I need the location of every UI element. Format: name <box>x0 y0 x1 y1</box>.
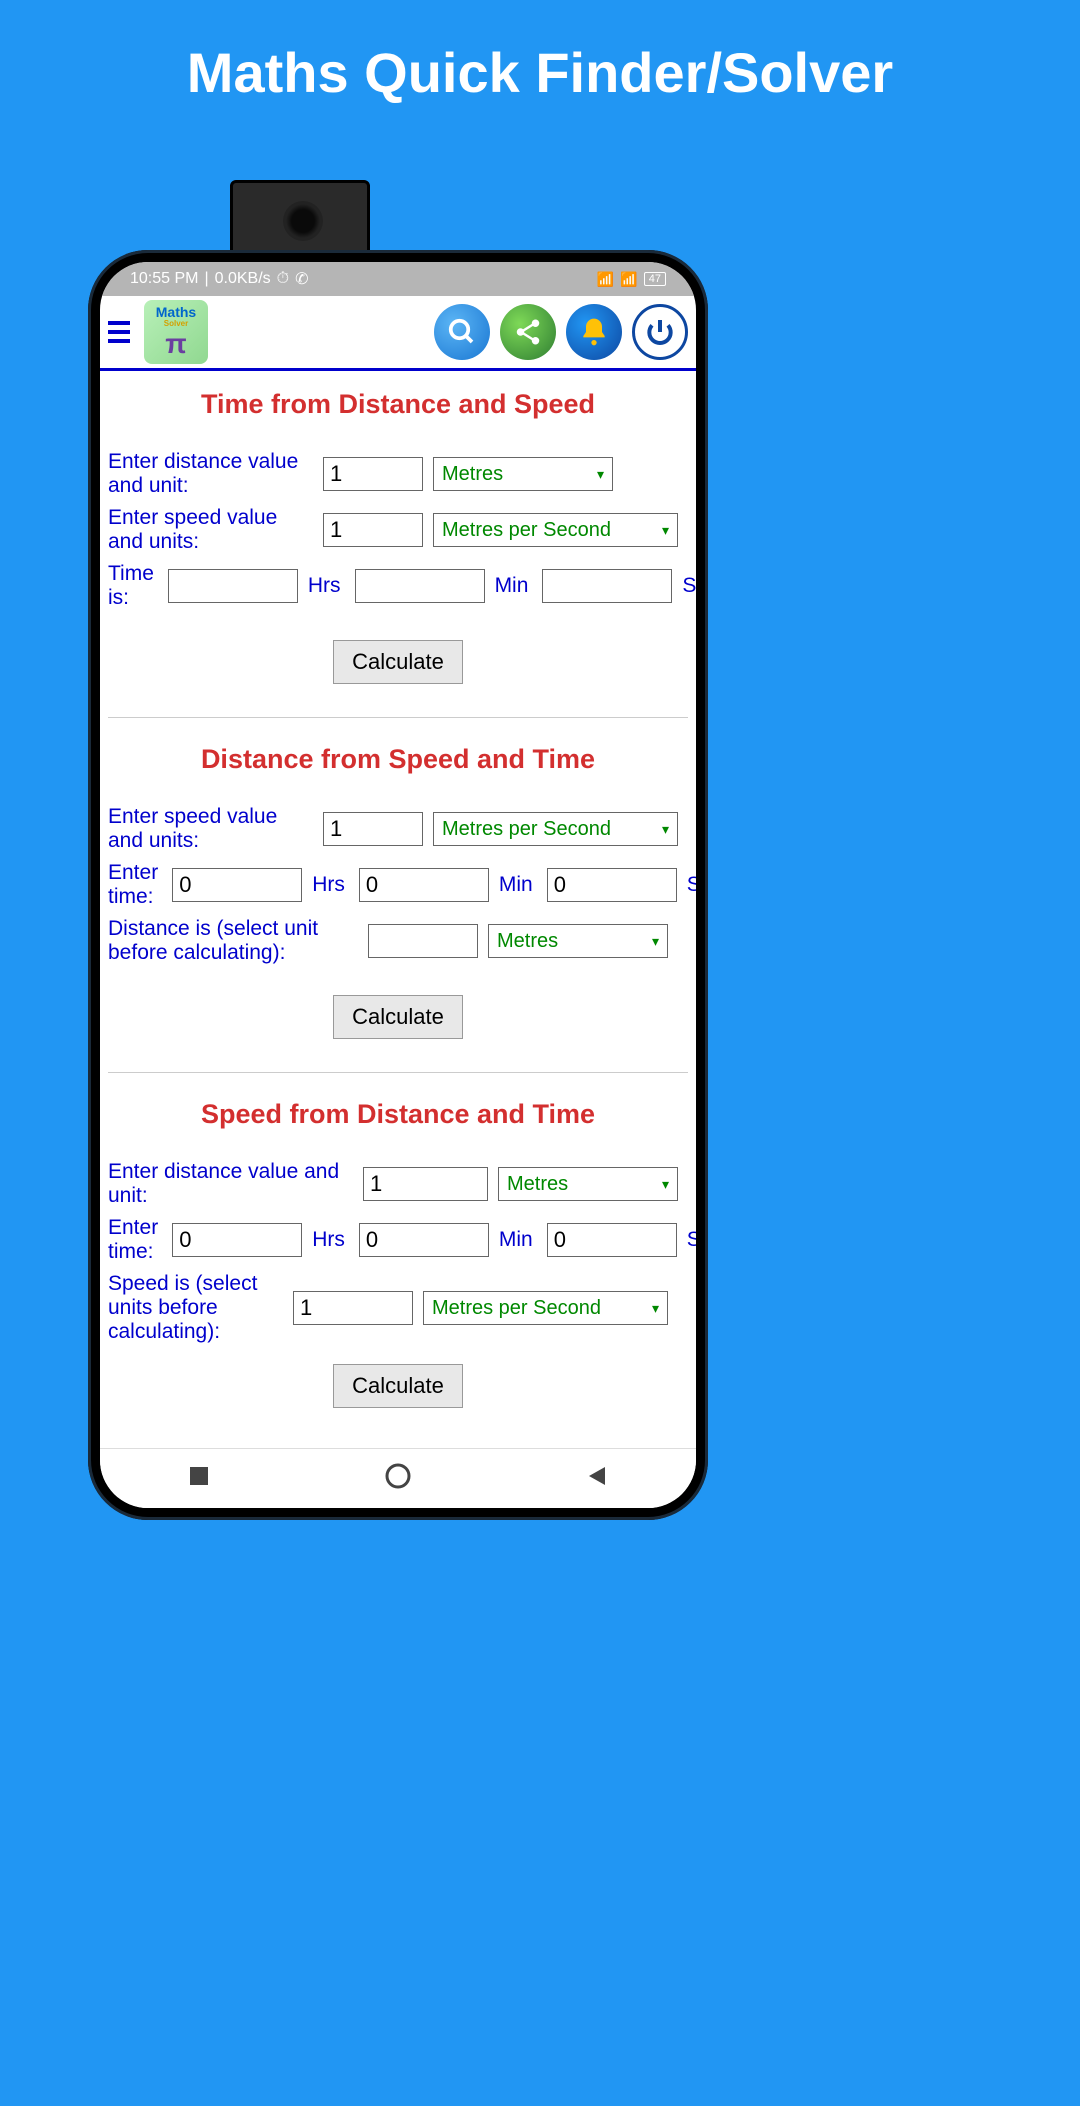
distance-input[interactable] <box>363 1167 488 1201</box>
distance-label: Enter distance value and unit: <box>108 1160 353 1208</box>
circle-icon <box>384 1462 412 1490</box>
alarm-icon: ⏱ <box>277 270 289 288</box>
square-icon <box>187 1464 211 1488</box>
status-time: 10:55 PM <box>130 270 198 288</box>
distance-label: Enter distance value and unit: <box>108 450 313 498</box>
chevron-down-icon: ▾ <box>662 1176 669 1193</box>
chevron-down-icon: ▾ <box>652 933 659 950</box>
calculate-button[interactable]: Calculate <box>333 1364 463 1408</box>
min-label: Min <box>495 574 529 598</box>
speed-unit-select[interactable]: Metres per Second ▾ <box>423 1291 668 1325</box>
sec-label: Se <box>687 873 696 897</box>
seconds-input[interactable] <box>547 868 677 902</box>
speed-section: Speed from Distance and Time Enter dista… <box>108 1081 688 1433</box>
speed-unit-select[interactable]: Metres per Second ▾ <box>433 513 678 547</box>
status-data-rate: 0.0KB/s <box>215 270 271 288</box>
status-bar: 10:55 PM | 0.0KB/s ⏱ ✆ 📶 📶 47 <box>100 262 696 296</box>
wifi-icon: 📶 <box>597 271 614 288</box>
time-result-label: Time is: <box>108 562 154 610</box>
speed-output[interactable] <box>293 1291 413 1325</box>
distance-unit-select[interactable]: Metres ▾ <box>498 1167 678 1201</box>
min-label: Min <box>499 873 533 897</box>
chevron-down-icon: ▾ <box>597 466 604 483</box>
chevron-down-icon: ▾ <box>662 821 669 838</box>
section-title: Distance from Speed and Time <box>108 744 688 775</box>
speed-input[interactable] <box>323 513 423 547</box>
signal-icon: 📶 <box>620 271 637 288</box>
distance-output[interactable] <box>368 924 478 958</box>
divider <box>108 717 688 718</box>
distance-unit-select[interactable]: Metres ▾ <box>488 924 668 958</box>
share-button[interactable] <box>500 304 556 360</box>
speed-label: Enter speed value and units: <box>108 506 313 554</box>
app-logo[interactable]: Maths Solver π <box>144 300 208 364</box>
power-icon <box>644 316 676 348</box>
power-button[interactable] <box>632 304 688 360</box>
menu-button[interactable] <box>108 316 136 348</box>
chevron-down-icon: ▾ <box>662 522 669 539</box>
sec-label: Se <box>682 574 696 598</box>
time-label: Enter time: <box>108 861 158 909</box>
phone-screen: 10:55 PM | 0.0KB/s ⏱ ✆ 📶 📶 47 Maths Solv… <box>100 262 696 1508</box>
hours-input[interactable] <box>172 868 302 902</box>
bell-icon <box>578 316 610 348</box>
min-label: Min <box>499 1228 533 1252</box>
minutes-input[interactable] <box>359 1223 489 1257</box>
nav-bar <box>100 1448 696 1508</box>
hours-output[interactable] <box>168 569 298 603</box>
search-icon <box>447 317 477 347</box>
divider <box>108 1072 688 1073</box>
section-title: Speed from Distance and Time <box>108 1099 688 1130</box>
speed-input[interactable] <box>323 812 423 846</box>
whatsapp-icon: ✆ <box>295 269 308 289</box>
nav-home-button[interactable] <box>384 1462 412 1495</box>
distance-unit-select[interactable]: Metres ▾ <box>433 457 613 491</box>
seconds-output[interactable] <box>542 569 672 603</box>
phone-frame: 10:55 PM | 0.0KB/s ⏱ ✆ 📶 📶 47 Maths Solv… <box>88 250 708 1520</box>
minutes-output[interactable] <box>355 569 485 603</box>
speed-result-label: Speed is (select units before calculatin… <box>108 1272 283 1344</box>
speed-label: Enter speed value and units: <box>108 805 313 853</box>
hours-input[interactable] <box>172 1223 302 1257</box>
nav-back-button[interactable] <box>585 1464 609 1493</box>
time-label: Enter time: <box>108 1216 158 1264</box>
hrs-label: Hrs <box>312 1228 345 1252</box>
minutes-input[interactable] <box>359 868 489 902</box>
search-button[interactable] <box>434 304 490 360</box>
speed-unit-select[interactable]: Metres per Second ▾ <box>433 812 678 846</box>
distance-input[interactable] <box>323 457 423 491</box>
calculate-button[interactable]: Calculate <box>333 995 463 1039</box>
distance-result-label: Distance is (select unit before calculat… <box>108 917 358 965</box>
calculate-button[interactable]: Calculate <box>333 640 463 684</box>
triangle-back-icon <box>585 1464 609 1488</box>
share-icon <box>513 317 543 347</box>
seconds-input[interactable] <box>547 1223 677 1257</box>
time-section: Time from Distance and Speed Enter dista… <box>108 371 688 709</box>
promo-title: Maths Quick Finder/Solver <box>0 0 1080 165</box>
notifications-button[interactable] <box>566 304 622 360</box>
nav-recent-button[interactable] <box>187 1464 211 1493</box>
app-header: Maths Solver π <box>100 296 696 371</box>
content-area[interactable]: Time from Distance and Speed Enter dista… <box>100 371 696 1448</box>
phone-camera-bump <box>230 180 370 260</box>
distance-section: Distance from Speed and Time Enter speed… <box>108 726 688 1064</box>
hrs-label: Hrs <box>308 574 341 598</box>
sec-label: Se <box>687 1228 696 1252</box>
battery-indicator: 47 <box>644 272 666 286</box>
chevron-down-icon: ▾ <box>652 1300 659 1317</box>
hrs-label: Hrs <box>312 873 345 897</box>
section-title: Time from Distance and Speed <box>108 389 688 420</box>
